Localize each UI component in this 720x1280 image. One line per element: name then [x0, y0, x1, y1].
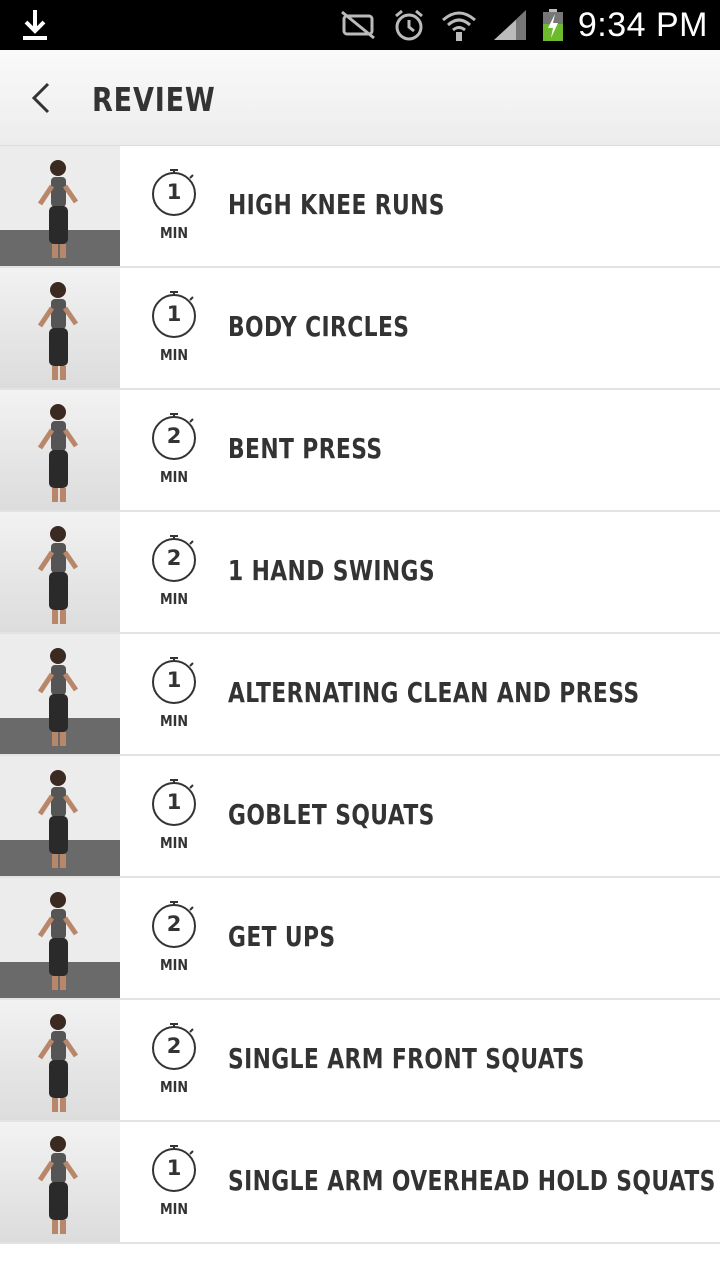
- duration-value: 2: [166, 424, 182, 448]
- exercise-thumbnail: [0, 512, 120, 632]
- exercise-thumbnail: [0, 390, 120, 510]
- duration-value: 1: [166, 302, 182, 326]
- duration-value: 1: [166, 790, 182, 814]
- exercise-name: GOBLET SQUATS: [228, 798, 435, 831]
- duration-timer: 1 MIN: [148, 776, 200, 856]
- duration-unit: MIN: [159, 224, 189, 242]
- duration-value: 1: [166, 668, 182, 692]
- mute-icon: [340, 10, 375, 40]
- exercise-row[interactable]: 2 MIN 1 HAND SWINGS: [0, 512, 720, 634]
- duration-timer: 2 MIN: [148, 532, 200, 612]
- status-bar: 9:34 PM: [0, 0, 720, 50]
- exercise-name: HIGH KNEE RUNS: [228, 188, 445, 221]
- exercise-name: BENT PRESS: [228, 432, 383, 465]
- exercise-thumbnail: [0, 1122, 120, 1242]
- wifi-icon: [441, 11, 476, 41]
- duration-value: 1: [166, 1156, 182, 1180]
- exercise-thumbnail: [0, 146, 120, 266]
- duration-unit: MIN: [159, 468, 189, 486]
- duration-unit: MIN: [159, 346, 189, 364]
- exercise-name: SINGLE ARM OVERHEAD HOLD SQUATS: [228, 1164, 716, 1197]
- exercise-thumbnail: [0, 878, 120, 998]
- duration-unit: MIN: [159, 712, 189, 730]
- alarm-icon: [394, 9, 423, 41]
- exercise-list: 1 MIN HIGH KNEE RUNS 1 MIN BODY CIRCLES …: [0, 146, 720, 1244]
- duration-value: 2: [166, 912, 182, 936]
- page-title: REVIEW: [92, 80, 216, 119]
- duration-unit: MIN: [159, 834, 189, 852]
- exercise-row[interactable]: 1 MIN BODY CIRCLES: [0, 268, 720, 390]
- exercise-thumbnail: [0, 756, 120, 876]
- duration-value: 2: [166, 546, 182, 570]
- duration-timer: 1 MIN: [148, 654, 200, 734]
- exercise-name: GET UPS: [228, 920, 336, 953]
- app-header: REVIEW: [0, 50, 720, 146]
- exercise-row[interactable]: 1 MIN SINGLE ARM OVERHEAD HOLD SQUATS: [0, 1122, 720, 1244]
- duration-timer: 1 MIN: [148, 1142, 200, 1222]
- exercise-name: SINGLE ARM FRONT SQUATS: [228, 1042, 585, 1075]
- exercise-thumbnail: [0, 268, 120, 388]
- duration-timer: 2 MIN: [148, 1020, 200, 1100]
- duration-timer: 2 MIN: [148, 410, 200, 490]
- duration-unit: MIN: [159, 956, 189, 974]
- duration-unit: MIN: [159, 1078, 189, 1096]
- clock: 9:34 PM: [577, 5, 708, 44]
- duration-unit: MIN: [159, 1200, 189, 1218]
- exercise-thumbnail: [0, 1000, 120, 1120]
- exercise-row[interactable]: 1 MIN GOBLET SQUATS: [0, 756, 720, 878]
- battery-charging-icon: [542, 9, 563, 41]
- exercise-row[interactable]: 2 MIN GET UPS: [0, 878, 720, 1000]
- exercise-row[interactable]: 2 MIN BENT PRESS: [0, 390, 720, 512]
- exercise-name: BODY CIRCLES: [228, 310, 410, 343]
- duration-timer: 1 MIN: [148, 166, 200, 246]
- duration-value: 2: [166, 1034, 182, 1058]
- exercise-thumbnail: [0, 634, 120, 754]
- signal-icon: [493, 10, 526, 40]
- exercise-row[interactable]: 1 MIN ALTERNATING CLEAN AND PRESS: [0, 634, 720, 756]
- duration-timer: 1 MIN: [148, 288, 200, 368]
- download-icon: [23, 10, 47, 40]
- exercise-row[interactable]: 2 MIN SINGLE ARM FRONT SQUATS: [0, 1000, 720, 1122]
- exercise-row[interactable]: 1 MIN HIGH KNEE RUNS: [0, 146, 720, 268]
- exercise-name: ALTERNATING CLEAN AND PRESS: [228, 676, 640, 709]
- duration-value: 1: [166, 180, 182, 204]
- back-chevron-icon[interactable]: [22, 78, 62, 118]
- exercise-name: 1 HAND SWINGS: [228, 554, 435, 587]
- duration-unit: MIN: [159, 590, 189, 608]
- duration-timer: 2 MIN: [148, 898, 200, 978]
